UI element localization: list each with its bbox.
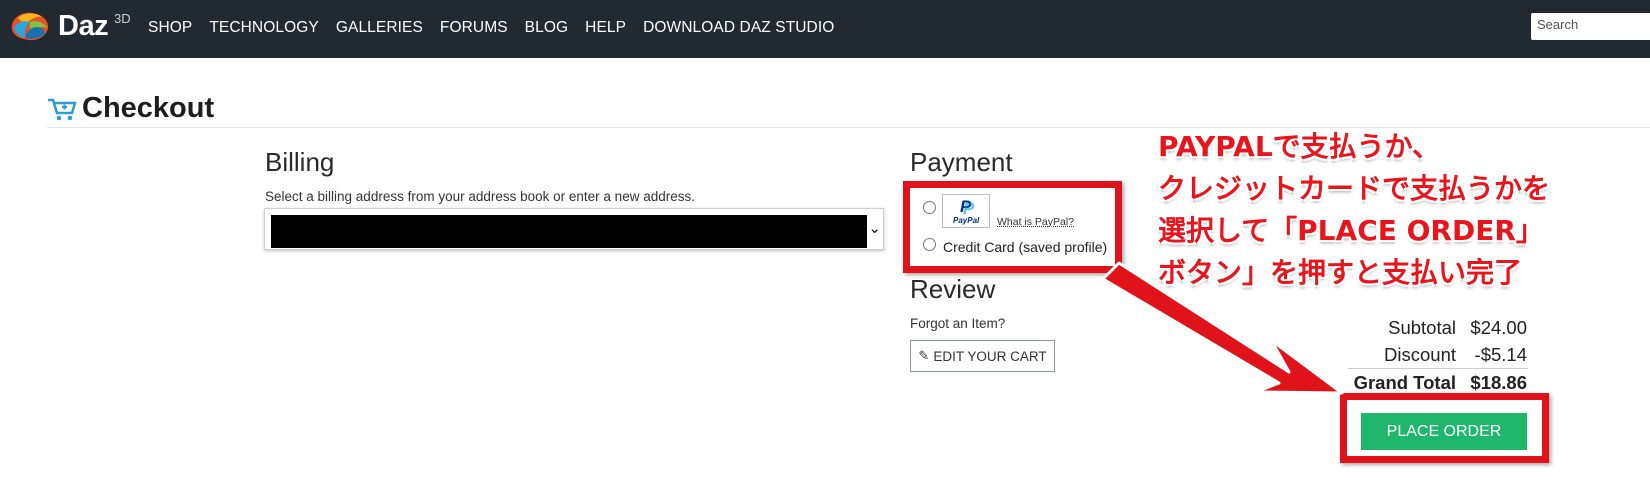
nav-item-blog[interactable]: BLOG xyxy=(525,19,568,37)
discount-value: -$5.14 xyxy=(1474,344,1527,365)
totals-divider xyxy=(1348,368,1528,369)
daz-logo-icon[interactable] xyxy=(8,8,52,44)
nav-item-galleries[interactable]: GALLERIES xyxy=(336,19,423,37)
edit-cart-button[interactable]: ✎ EDIT YOUR CART xyxy=(910,340,1055,372)
annotation-box-place-order xyxy=(1340,393,1549,463)
shopping-cart-icon xyxy=(48,98,77,120)
annotation-line-3: 選択して「PLACE ORDER」 xyxy=(1158,214,1544,247)
subtotal-value: $24.00 xyxy=(1470,317,1527,338)
annotation-callout: PAYPALで支払うか、 クレジットカードで支払うかを 選択して「PLACE O… xyxy=(1158,126,1550,294)
brand-name[interactable]: Daz xyxy=(58,10,109,43)
nav-item-shop[interactable]: SHOP xyxy=(148,19,192,37)
annotation-line-2: クレジットカードで支払うかを xyxy=(1158,172,1551,205)
edit-icon: ✎ xyxy=(918,348,930,363)
nav-item-download-daz-studio[interactable]: DOWNLOAD DAZ STUDIO xyxy=(643,19,834,37)
billing-heading: Billing xyxy=(265,147,335,177)
annotation-line-4: ボタン」を押すと支払い完了 xyxy=(1158,256,1523,289)
chevron-down-icon[interactable]: ⌄ xyxy=(868,219,881,237)
annotation-box-payment xyxy=(903,181,1122,273)
billing-help-text: Select a billing address from your addre… xyxy=(265,189,695,204)
billing-address-select[interactable]: ⌄ xyxy=(264,208,884,250)
nav-item-technology[interactable]: TECHNOLOGY xyxy=(209,19,319,37)
nav-item-help[interactable]: HELP xyxy=(585,19,626,37)
redacted-address xyxy=(271,215,867,248)
page-title: Checkout xyxy=(82,92,215,124)
payment-heading: Payment xyxy=(910,147,1013,177)
main-nav: SHOP TECHNOLOGY GALLERIES FORUMS BLOG HE… xyxy=(148,19,851,37)
brand-superscript: 3D xyxy=(114,11,131,26)
grand-total-label: Grand Total xyxy=(1353,372,1456,393)
discount-label: Discount xyxy=(1384,344,1456,365)
grand-total-value: $18.86 xyxy=(1470,372,1527,393)
top-nav-bar: Daz 3D SHOP TECHNOLOGY GALLERIES FORUMS … xyxy=(0,0,1650,58)
edit-cart-label: EDIT YOUR CART xyxy=(933,348,1047,364)
search-input[interactable]: Search xyxy=(1531,13,1650,40)
forgot-item-text: Forgot an Item? xyxy=(910,316,1006,331)
page-header: Checkout xyxy=(47,92,214,125)
review-heading: Review xyxy=(910,274,996,304)
subtotal-label: Subtotal xyxy=(1388,317,1456,338)
nav-item-forums[interactable]: FORUMS xyxy=(440,19,508,37)
annotation-line-1: PAYPALで支払うか、 xyxy=(1158,130,1441,163)
